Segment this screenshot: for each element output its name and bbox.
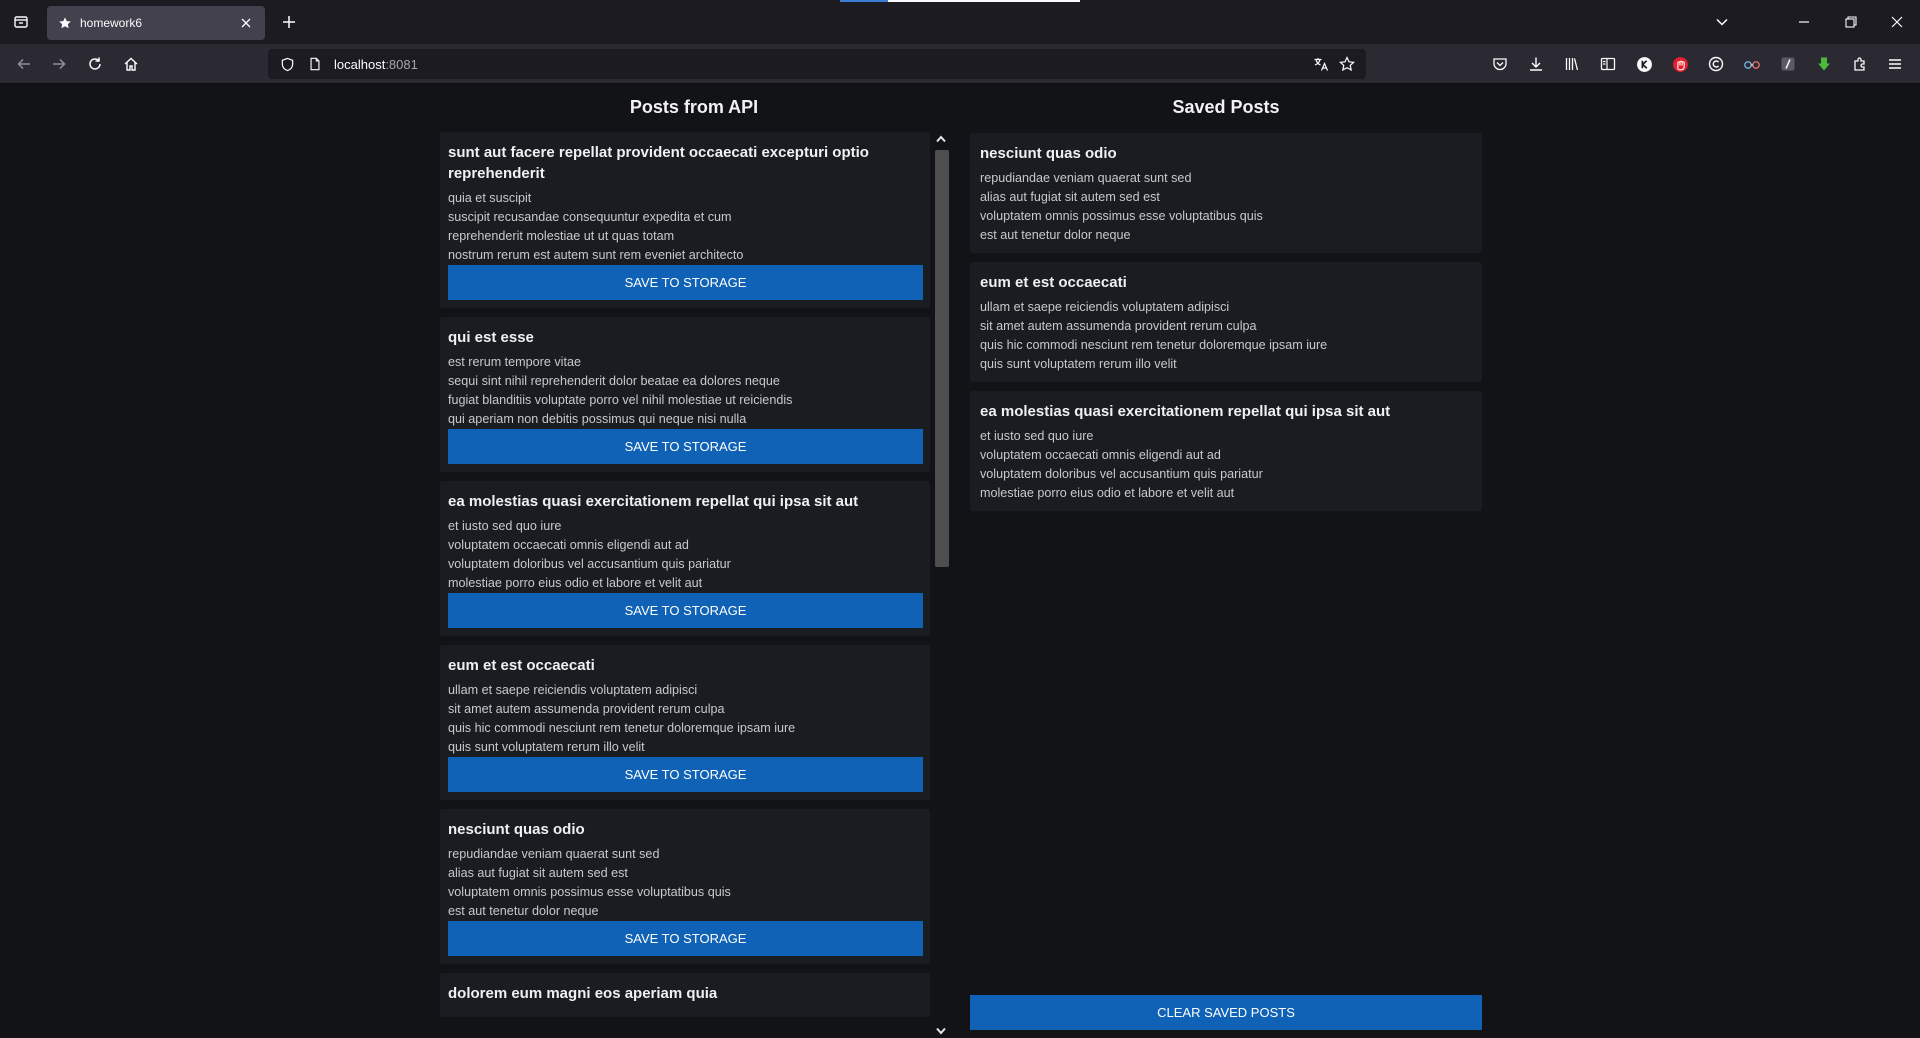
api-post-card: sunt aut facere repellat provident occae… (440, 132, 930, 308)
tab-list-icon[interactable] (8, 9, 34, 35)
api-posts-list[interactable]: sunt aut facere repellat provident occae… (440, 132, 933, 1038)
save-to-storage-button[interactable]: SAVE TO STORAGE (448, 429, 923, 464)
post-title: eum et est occaecati (448, 657, 595, 674)
scroll-up-arrow-icon[interactable] (933, 132, 949, 146)
k-extension-icon[interactable] (1633, 53, 1655, 75)
post-body: quia et suscipit suscipit recusandae con… (448, 191, 744, 262)
star-icon (57, 15, 73, 31)
saved-posts-list: nesciunt quas odio repudiandae veniam qua… (970, 133, 1482, 520)
api-post-card: ea molestias quasi exercitationem repell… (440, 481, 930, 636)
list-all-tabs-icon[interactable] (1710, 10, 1734, 34)
page-content: Posts from API Saved Posts sunt aut face… (0, 85, 1920, 1038)
script-extension-icon[interactable] (1777, 53, 1799, 75)
minimize-icon[interactable] (1792, 10, 1816, 34)
url-text: localhost:8081 (334, 57, 418, 72)
post-title: sunt aut facere repellat provident occae… (448, 144, 869, 182)
post-title: ea molestias quasi exercitationem repell… (448, 493, 859, 510)
api-post-card: dolorem eum magni eos aperiam quia (440, 973, 930, 1017)
url-bar[interactable]: localhost:8081 (268, 49, 1366, 79)
close-tab-icon[interactable] (237, 14, 255, 32)
save-to-storage-button[interactable]: SAVE TO STORAGE (448, 757, 923, 792)
clear-saved-posts-button[interactable]: CLEAR SAVED POSTS (970, 995, 1482, 1030)
post-title: nesciunt quas odio (448, 821, 585, 838)
api-posts-title: Posts from API (629, 97, 759, 117)
shield-icon[interactable] (274, 51, 300, 77)
red-extension-icon[interactable] (1669, 53, 1691, 75)
new-tab-icon[interactable] (277, 10, 301, 34)
scroll-thumb[interactable] (935, 150, 949, 567)
close-window-icon[interactable] (1885, 10, 1909, 34)
post-body: ullam et saepe reiciendis voluptatem adi… (448, 683, 796, 754)
save-to-storage-button[interactable]: SAVE TO STORAGE (448, 265, 923, 300)
post-body: est rerum tempore vitae sequi sint nihil… (448, 355, 793, 426)
api-post-card: eum et est occaecati ullam et saepe reici… (440, 645, 930, 800)
saved-posts-title: Saved Posts (1172, 97, 1280, 117)
forward-icon[interactable] (46, 51, 72, 77)
scroll-down-arrow-icon[interactable] (933, 1024, 949, 1038)
page-icon[interactable] (302, 51, 328, 77)
url-host: localhost (334, 56, 386, 72)
saved-post-title: eum et est occaecati (980, 274, 1127, 291)
browser-tab[interactable]: homework6 (47, 6, 265, 40)
tab-strip-indicator-accent (840, 0, 888, 2)
saved-post-body: ullam et saepe reiciendis voluptatem adi… (980, 300, 1328, 371)
saved-post-title: nesciunt quas odio (980, 145, 1117, 162)
home-icon[interactable] (118, 51, 144, 77)
tab-title: homework6 (80, 16, 143, 30)
url-port: :8081 (385, 56, 418, 72)
api-posts-scrollbar[interactable] (933, 132, 949, 1038)
scroll-track[interactable] (934, 150, 949, 1019)
c-extension-icon[interactable] (1705, 53, 1727, 75)
saved-post-card: ea molestias quasi exercitationem repell… (970, 391, 1482, 511)
downloads-icon[interactable] (1525, 53, 1547, 75)
green-download-extension-icon[interactable] (1813, 53, 1835, 75)
post-body: repudiandae veniam quaerat sunt sed alia… (448, 847, 731, 918)
api-post-card: qui est esse est rerum tempore vitae sequ… (440, 317, 930, 472)
saved-post-title: ea molestias quasi exercitationem repell… (980, 403, 1391, 420)
post-title: dolorem eum magni eos aperiam quia (448, 985, 718, 1002)
restore-icon[interactable] (1839, 10, 1863, 34)
saved-post-body: repudiandae veniam quaerat sunt sed alia… (980, 171, 1263, 242)
sidebar-icon[interactable] (1597, 53, 1619, 75)
pocket-icon[interactable] (1489, 53, 1511, 75)
back-icon[interactable] (11, 51, 37, 77)
menu-icon[interactable] (1884, 53, 1906, 75)
saved-post-body: et iusto sed quo iure voluptatem occaeca… (980, 429, 1263, 500)
extensions-puzzle-icon[interactable] (1849, 53, 1871, 75)
translate-icon[interactable] (1308, 51, 1334, 77)
api-post-card: nesciunt quas odio repudiandae veniam qua… (440, 809, 930, 964)
glasses-extension-icon[interactable] (1741, 53, 1763, 75)
bookmark-star-icon[interactable] (1334, 51, 1360, 77)
reload-icon[interactable] (82, 51, 108, 77)
saved-post-card: nesciunt quas odio repudiandae veniam qua… (970, 133, 1482, 253)
saved-post-card: eum et est occaecati ullam et saepe reici… (970, 262, 1482, 382)
library-icon[interactable] (1561, 53, 1583, 75)
post-title: qui est esse (448, 329, 534, 346)
tab-bar: homework6 (0, 0, 1920, 44)
save-to-storage-button[interactable]: SAVE TO STORAGE (448, 593, 923, 628)
save-to-storage-button[interactable]: SAVE TO STORAGE (448, 921, 923, 956)
navigation-toolbar: localhost:8081 (0, 44, 1920, 84)
post-body: et iusto sed quo iure voluptatem occaeca… (448, 519, 731, 590)
